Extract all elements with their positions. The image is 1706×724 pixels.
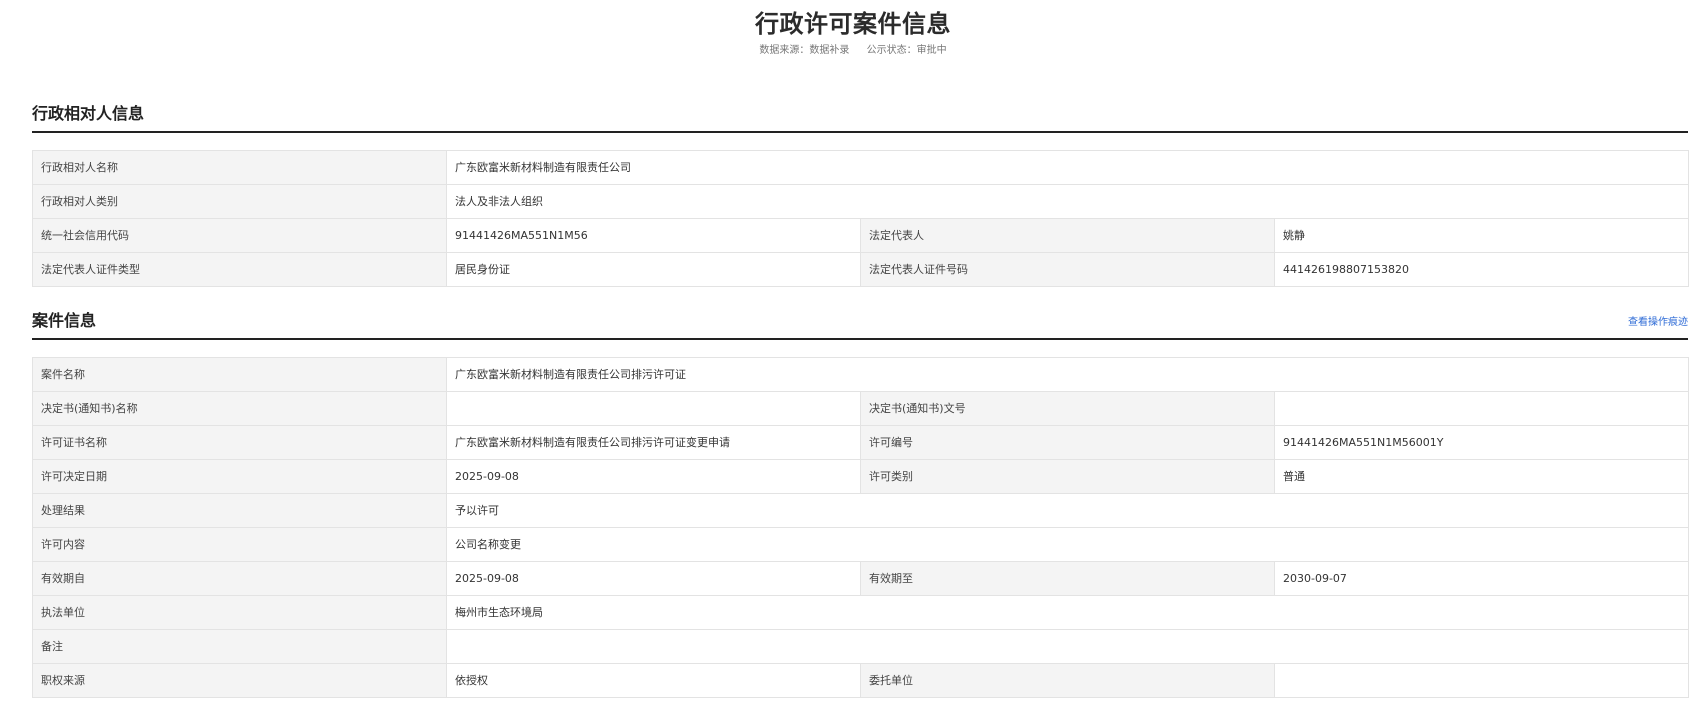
- legal-rep-value: 姚静: [1273, 218, 1690, 253]
- license-category-value: 普通: [1273, 459, 1690, 494]
- case-info-table: 案件名称 广东欧富米新材料制造有限责任公司排污许可证 决定书(通知书)名称 决定…: [32, 357, 1690, 698]
- table-row: 许可决定日期 2025-09-08 许可类别 普通: [32, 459, 1690, 494]
- table-row: 决定书(通知书)名称 决定书(通知书)文号: [32, 391, 1690, 426]
- entrusted-unit-value: [1273, 663, 1690, 698]
- enforcement-unit-label: 执法单位: [32, 595, 447, 630]
- table-row: 有效期自 2025-09-08 有效期至 2030-09-07: [32, 561, 1690, 596]
- table-row: 备注: [32, 629, 1690, 664]
- id-type-value: 居民身份证: [446, 252, 861, 287]
- credit-code-value: 91441426MA551N1M56: [446, 218, 861, 253]
- case-name-label: 案件名称: [32, 357, 447, 392]
- license-content-label: 许可内容: [32, 527, 447, 562]
- table-row: 执法单位 梅州市生态环境局: [32, 595, 1690, 630]
- decision-name-value: [446, 391, 861, 426]
- decision-name-label: 决定书(通知书)名称: [32, 391, 447, 426]
- party-section-title: 行政相对人信息: [32, 104, 145, 123]
- legal-rep-label: 法定代表人: [860, 218, 1275, 253]
- table-row: 行政相对人类别 法人及非法人组织: [32, 184, 1690, 219]
- table-row: 法定代表人证件类型 居民身份证 法定代表人证件号码 44142619880715…: [32, 252, 1690, 287]
- party-section-header: 行政相对人信息: [32, 102, 1688, 133]
- result-value: 予以许可: [445, 493, 1690, 528]
- credit-code-label: 统一社会信用代码: [32, 218, 447, 253]
- view-operation-log-link[interactable]: 查看操作痕迹: [1628, 317, 1688, 329]
- data-source-text: 数据来源：数据补录: [759, 45, 850, 56]
- page-header: 行政许可案件信息 数据来源：数据补录 公示状态：审批中: [0, 6, 1706, 58]
- id-number-value: 441426198807153820: [1273, 252, 1690, 287]
- page-meta: 数据来源：数据补录 公示状态：审批中: [0, 44, 1706, 58]
- party-info-table: 行政相对人名称 广东欧富米新材料制造有限责任公司 行政相对人类别 法人及非法人组…: [32, 150, 1690, 287]
- table-row: 职权来源 依授权 委托单位: [32, 663, 1690, 698]
- authority-source-label: 职权来源: [32, 663, 447, 698]
- party-name-value: 广东欧富米新材料制造有限责任公司: [445, 150, 1690, 185]
- decision-date-value: 2025-09-08: [446, 459, 861, 494]
- page-title: 行政许可案件信息: [755, 10, 951, 38]
- table-row: 行政相对人名称 广东欧富米新材料制造有限责任公司: [32, 150, 1690, 185]
- license-name-label: 许可证书名称: [32, 425, 447, 460]
- authority-source-value: 依授权: [446, 663, 861, 698]
- enforcement-unit-value: 梅州市生态环境局: [445, 595, 1690, 630]
- decision-number-label: 决定书(通知书)文号: [860, 391, 1275, 426]
- party-type-label: 行政相对人类别: [32, 184, 447, 219]
- license-number-value: 91441426MA551N1M56001Y: [1273, 425, 1690, 460]
- remarks-value: [445, 629, 1690, 664]
- license-content-value: 公司名称变更: [445, 527, 1690, 562]
- case-section-title: 案件信息: [32, 311, 97, 330]
- remarks-label: 备注: [32, 629, 447, 664]
- decision-number-value: [1273, 391, 1690, 426]
- valid-from-value: 2025-09-08: [446, 561, 861, 596]
- table-row: 许可证书名称 广东欧富米新材料制造有限责任公司排污许可证变更申请 许可编号 91…: [32, 425, 1690, 460]
- public-status-text: 公示状态：审批中: [866, 45, 947, 56]
- valid-from-label: 有效期自: [32, 561, 447, 596]
- table-row: 许可内容 公司名称变更: [32, 527, 1690, 562]
- party-name-label: 行政相对人名称: [32, 150, 447, 185]
- license-category-label: 许可类别: [860, 459, 1275, 494]
- case-section: 案件信息 查看操作痕迹 案件名称 广东欧富米新材料制造有限责任公司排污许可证 决…: [32, 309, 1690, 698]
- decision-date-label: 许可决定日期: [32, 459, 447, 494]
- table-row: 处理结果 予以许可: [32, 493, 1690, 528]
- table-row: 案件名称 广东欧富米新材料制造有限责任公司排污许可证: [32, 357, 1690, 392]
- table-row: 统一社会信用代码 91441426MA551N1M56 法定代表人 姚静: [32, 218, 1690, 253]
- valid-to-value: 2030-09-07: [1273, 561, 1690, 596]
- id-type-label: 法定代表人证件类型: [32, 252, 447, 287]
- valid-to-label: 有效期至: [860, 561, 1275, 596]
- case-name-value: 广东欧富米新材料制造有限责任公司排污许可证: [445, 357, 1690, 392]
- result-label: 处理结果: [32, 493, 447, 528]
- license-name-value: 广东欧富米新材料制造有限责任公司排污许可证变更申请: [446, 425, 861, 460]
- case-section-header: 案件信息 查看操作痕迹: [32, 309, 1688, 340]
- party-type-value: 法人及非法人组织: [445, 184, 1690, 219]
- party-section: 行政相对人信息 行政相对人名称 广东欧富米新材料制造有限责任公司 行政相对人类别…: [32, 102, 1690, 287]
- entrusted-unit-label: 委托单位: [860, 663, 1275, 698]
- id-number-label: 法定代表人证件号码: [860, 252, 1275, 287]
- license-number-label: 许可编号: [860, 425, 1275, 460]
